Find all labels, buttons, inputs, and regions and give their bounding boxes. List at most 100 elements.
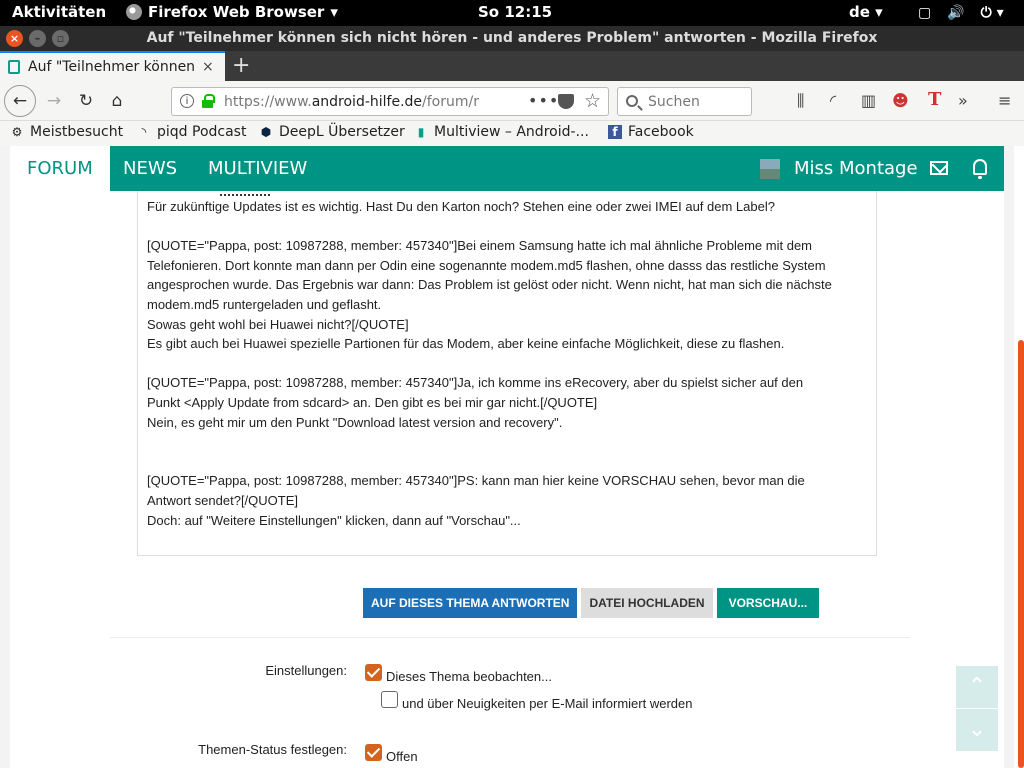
avatar bbox=[760, 158, 780, 179]
url-bar[interactable]: i https://www.android-hilfe.de/forum/r •… bbox=[171, 87, 609, 116]
watch-thread-checkbox[interactable] bbox=[365, 664, 382, 681]
editor-line: [QUOTE="Pappa, post: 10987288, member: 4… bbox=[147, 375, 804, 391]
power-icon: ⏻ ▾ bbox=[980, 5, 1004, 21]
gnome-top-bar: Aktivitäten Firefox Web Browser ▾ So 12:… bbox=[0, 0, 1024, 26]
firefox-icon bbox=[126, 4, 142, 20]
search-input[interactable]: Suchen bbox=[617, 87, 752, 116]
url-text[interactable]: https://www.android-hilfe.de/forum/r bbox=[224, 94, 486, 110]
bell-icon[interactable] bbox=[973, 159, 987, 179]
window-icon: ▢ bbox=[918, 5, 932, 21]
library-icon[interactable]: ⫼ bbox=[797, 91, 804, 111]
hamburger-menu-icon[interactable]: ≡ bbox=[998, 91, 1011, 110]
close-window-button[interactable]: × bbox=[6, 30, 23, 47]
editor-line: Für zukünftige Updates ist es wichtig. H… bbox=[147, 199, 775, 214]
bookmark-meistbesucht[interactable]: ⚙ Meistbesucht bbox=[10, 124, 123, 140]
settings-label: Einstellungen: bbox=[265, 663, 347, 678]
watch-thread-label[interactable]: Dieses Thema beobachten... bbox=[386, 669, 552, 684]
editor-line: Antwort sendet?[/QUOTE] bbox=[147, 492, 299, 508]
volume-icon: 🔊 bbox=[947, 5, 965, 21]
search-placeholder: Suchen bbox=[648, 94, 700, 110]
bookmark-facebook[interactable]: f Facebook bbox=[608, 124, 694, 140]
scroll-down-button[interactable]: ⌄ bbox=[956, 709, 998, 751]
navigation-bar: ← → ↻ ⌂ i https://www.android-hilfe.de/f… bbox=[0, 81, 1024, 121]
gear-icon: ⚙ bbox=[11, 125, 23, 139]
reply-textarea[interactable]: Für zukünftige Updates ist es wichtig. H… bbox=[137, 191, 877, 556]
editor-line: Es gibt auch bei Huawei spezielle Partio… bbox=[147, 336, 785, 352]
scrollbar-thumb[interactable] bbox=[1018, 340, 1024, 768]
info-icon[interactable]: i bbox=[180, 94, 194, 108]
upload-file-button[interactable]: DATEI HOCHLADEN bbox=[581, 588, 713, 618]
bookmark-multiview[interactable]: ▮ Multiview – Android-... bbox=[414, 124, 589, 140]
forward-button[interactable]: → bbox=[40, 87, 68, 115]
email-notify-checkbox[interactable] bbox=[381, 691, 398, 708]
tab-label: Auf "Teilnehmer können bbox=[28, 59, 196, 75]
editor-line: Doch: auf "Weitere Einstellungen" klicke… bbox=[147, 512, 521, 528]
tab-close-icon[interactable]: × bbox=[202, 59, 214, 75]
page-content: Für zukünftige Updates ist es wichtig. H… bbox=[10, 191, 1004, 768]
window-title-bar: × – ▫ Auf "Teilnehmer können sich nicht … bbox=[0, 26, 1024, 51]
editor-line: Punkt <Apply Update from sdcard> an. Den… bbox=[147, 394, 598, 410]
window-title: Auf "Teilnehmer können sich nicht hören … bbox=[146, 30, 878, 46]
app-menu[interactable]: Firefox Web Browser ▾ bbox=[126, 3, 338, 21]
minimize-window-button[interactable]: – bbox=[29, 30, 46, 47]
tab-strip: Auf "Teilnehmer können × + bbox=[0, 51, 1024, 81]
rss-icon: ◝ bbox=[141, 125, 147, 139]
editor-line: [QUOTE="Pappa, post: 10987288, member: 4… bbox=[147, 473, 805, 489]
mail-icon[interactable] bbox=[930, 161, 948, 175]
nav-news[interactable]: NEWS bbox=[123, 146, 177, 191]
nav-forum[interactable]: FORUM bbox=[10, 146, 110, 191]
reply-button[interactable]: AUF DIESES THEMA ANTWORTEN bbox=[363, 588, 578, 618]
home-button[interactable]: ⌂ bbox=[103, 87, 131, 115]
extension-face-icon[interactable]: ☻ bbox=[892, 91, 909, 110]
system-tray[interactable]: ▢ 🔊 ⏻ ▾ bbox=[918, 5, 1004, 21]
maximize-window-button[interactable]: ▫ bbox=[52, 30, 69, 47]
search-icon bbox=[626, 95, 638, 107]
nav-multiview[interactable]: MULTIVIEW bbox=[208, 146, 307, 191]
reply-actions: AUF DIESES THEMA ANTWORTEN DATEI HOCHLAD… bbox=[363, 588, 820, 618]
editor-line: Telefonieren. Dort konnte man dann per O… bbox=[147, 257, 826, 273]
back-button[interactable]: ← bbox=[4, 85, 36, 117]
pocket-icon[interactable] bbox=[558, 94, 574, 109]
page-actions-icon[interactable]: ••• bbox=[528, 91, 559, 110]
clock[interactable]: So 12:15 bbox=[478, 3, 552, 21]
rss-icon[interactable]: ◜ bbox=[830, 91, 836, 110]
overflow-menu-icon[interactable]: » bbox=[958, 91, 968, 110]
reload-button[interactable]: ↻ bbox=[72, 87, 100, 115]
lock-icon bbox=[202, 94, 215, 108]
user-menu[interactable]: Miss Montage bbox=[760, 146, 918, 191]
language-selector[interactable]: de ▾ bbox=[849, 3, 883, 21]
bookmarks-bar: ⚙ Meistbesucht ◝ piqd Podcast ⬢ DeepL Üb… bbox=[0, 121, 1024, 146]
editor-line: Nein, es geht mir um den Punkt "Download… bbox=[147, 414, 563, 430]
thread-open-label[interactable]: Offen bbox=[386, 749, 418, 764]
caret-down-icon: ▾ bbox=[330, 3, 338, 21]
app-name: Firefox Web Browser bbox=[148, 3, 325, 21]
thread-open-checkbox[interactable] bbox=[365, 744, 382, 761]
thread-status-label: Themen-Status festlegen: bbox=[198, 742, 347, 757]
tab-reply[interactable]: Auf "Teilnehmer können × bbox=[0, 51, 225, 81]
bookmark-deepl[interactable]: ⬢ DeepL Übersetzer bbox=[259, 124, 405, 140]
divider bbox=[110, 637, 910, 638]
android-hilfe-icon bbox=[8, 60, 20, 74]
sidebar-icon[interactable]: ▥ bbox=[861, 91, 876, 110]
new-tab-button[interactable]: + bbox=[232, 53, 250, 78]
editor-line: Sowas geht wohl bei Huawei nicht?[/QUOTE… bbox=[147, 316, 409, 332]
editor-line: modem.md5 runtergeladen und geflasht. bbox=[147, 296, 382, 312]
extension-t-icon[interactable]: T bbox=[928, 89, 941, 110]
username: Miss Montage bbox=[794, 158, 918, 179]
editor-line: angesprochen wurde. Das Ergebnis war dan… bbox=[147, 277, 832, 293]
bookmark-star-icon[interactable]: ☆ bbox=[584, 90, 601, 112]
preview-button[interactable]: VORSCHAU... bbox=[716, 588, 820, 618]
editor-line: [QUOTE="Pappa, post: 10987288, member: 4… bbox=[147, 238, 813, 254]
android-hilfe-icon: ▮ bbox=[417, 125, 425, 139]
deepl-icon: ⬢ bbox=[260, 125, 272, 139]
bookmark-piqd[interactable]: ◝ piqd Podcast bbox=[137, 124, 247, 140]
activities-button[interactable]: Aktivitäten bbox=[12, 3, 106, 21]
scroll-up-button[interactable]: ⌃ bbox=[956, 666, 998, 708]
site-navigation: FORUM NEWS MULTIVIEW Miss Montage bbox=[10, 146, 1004, 191]
email-notify-label[interactable]: und über Neuigkeiten per E-Mail informie… bbox=[402, 696, 692, 711]
facebook-icon: f bbox=[608, 125, 622, 139]
